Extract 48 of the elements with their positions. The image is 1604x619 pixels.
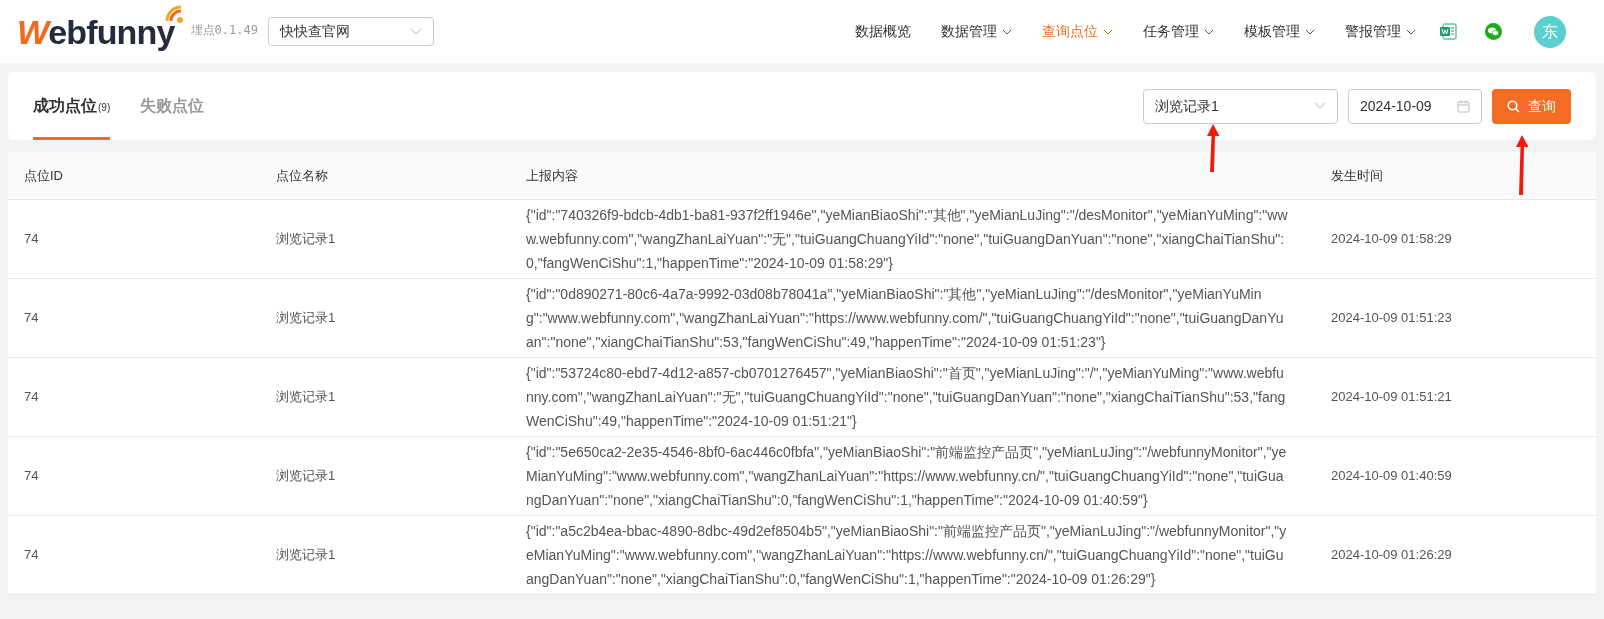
nav-item[interactable]: 数据概览	[855, 21, 911, 42]
table-cell: 2024-10-09 01:51:23	[1331, 310, 1452, 326]
chevron-down-icon	[1406, 28, 1416, 35]
table-cell: {"id":"740326f9-bdcb-4db1-ba81-937f2ff1946e","yeMianBiaoShi":"其他","yeMianLuJing":"/desMonitor","yeMianYuMing":"www.webfunny.com","wangZhanLaiYuan":"无","tuiGuangChuangYiId":"none","tuiGuangDanYuan":"none","xiangChaiTianShu":0,"fangWenCiShu":1,"happenTime":"2024-10-09 01:58:29"}	[526, 207, 1288, 271]
column-header: 点位ID	[24, 167, 63, 183]
point-select[interactable]: 浏览记录1	[1143, 88, 1338, 124]
chevron-down-icon	[1103, 28, 1113, 35]
chevron-down-icon	[1204, 28, 1214, 35]
table-cell: 2024-10-09 01:26:29	[1331, 547, 1452, 563]
table-cell: 2024-10-09 01:40:59	[1331, 468, 1452, 484]
table-cell: 浏览记录1	[276, 547, 336, 563]
annotation-arrow	[1205, 122, 1221, 174]
nav-item[interactable]: 任务管理	[1143, 21, 1214, 42]
chevron-down-icon	[1002, 28, 1012, 35]
table-cell: 浏览记录1	[276, 231, 336, 247]
calendar-icon	[1457, 99, 1470, 113]
chevron-down-icon	[1314, 102, 1326, 110]
wechat-icon[interactable]	[1485, 23, 1502, 40]
logo: Webfunny	[17, 14, 175, 49]
table-cell: {"id":"53724c80-ebd7-4d12-a857-cb0701276457","yeMianBiaoShi":"首页","yeMianLuJing":"/","yeMianYuMing":"www.webfunny.com","wangZhanLaiYuan":"无","tuiGuangChuangYiId":"none","tuiGuangDanYuan":"none","xiangChaiTianShu":53,"fangWenCiShu":49,"happenTime":"2024-10-09 01:51:21"}	[526, 365, 1286, 429]
search-icon	[1507, 99, 1520, 113]
chevron-down-icon	[1305, 28, 1315, 35]
table-cell: 74	[24, 389, 39, 405]
version-label: 埋点0.1.49	[190, 21, 258, 39]
tab[interactable]: 成功点位(9)	[33, 72, 111, 140]
table-cell: {"id":"0d890271-80c6-4a7a-9992-03d08b78041a","yeMianBiaoShi":"其他","yeMianLuJing":"/desMonitor","yeMianYuMing":"www.webfunny.com","wangZhanLaiYuan":"https://www.webfunny.com/","tuiGuangChuangYiId":"none","tuiGuangDanYuan":"none","xiangChaiTianShu":53,"fangWenCiShu":49,"happenTime":"2024-10-09 01:51:23"}	[526, 286, 1284, 350]
table-cell: 74	[24, 231, 39, 247]
nav-item[interactable]: 模板管理	[1244, 21, 1315, 42]
table-cell: {"id":"a5c2b4ea-bbac-4890-8dbc-49d2ef8504b5","yeMianBiaoShi":"前端监控产品页","yeMianLuJing":"/webfunnyMonitor","yeMianYuMing":"www.webfunny.com","wangZhanLaiYuan":"https://www.webfunny.cn/","tuiGuangChuangYiId":"none","tuiGuangDanYuan":"none","xiangChaiTianShu":0,"fangWenCiShu":1,"happenTime":"2024-10-09 01:26:29"}	[526, 523, 1287, 587]
annotation-arrow	[1514, 133, 1530, 197]
word-document-icon[interactable]	[1440, 23, 1457, 40]
column-header: 发生时间	[1331, 167, 1383, 183]
table-cell: 74	[24, 468, 39, 484]
column-header: 上报内容	[526, 167, 578, 183]
chevron-down-icon	[409, 27, 422, 36]
column-header: 点位名称	[276, 167, 328, 183]
table-cell: 74	[24, 310, 39, 326]
table-cell: 浏览记录1	[276, 310, 336, 326]
table-cell: 浏览记录1	[276, 389, 336, 405]
site-select[interactable]: 快快查官网	[267, 17, 434, 46]
table-cell: 74	[24, 547, 39, 563]
table-cell: 2024-10-09 01:51:21	[1331, 389, 1452, 405]
nav-item[interactable]: 警报管理	[1345, 21, 1416, 42]
table-cell: 浏览记录1	[276, 468, 336, 484]
table-cell: 2024-10-09 01:58:29	[1331, 231, 1452, 247]
date-field[interactable]: 2024-10-09	[1348, 88, 1482, 124]
nav-item[interactable]: 数据管理	[941, 21, 1012, 42]
table-cell: {"id":"5e650ca2-2e35-4546-8bf0-6ac446c0fbfa","yeMianBiaoShi":"前端监控产品页","yeMianLuJing":"/webfunnyMonitor","yeMianYuMing":"www.webfunny.com","wangZhanLaiYuan":"https://www.webfunny.cn/","tuiGuangChuangYiId":"none","tuiGuangDanYuan":"none","xiangChaiTianShu":0,"fangWenCiShu":1,"happenTime":"2024-10-09 01:40:59"}	[526, 444, 1287, 508]
